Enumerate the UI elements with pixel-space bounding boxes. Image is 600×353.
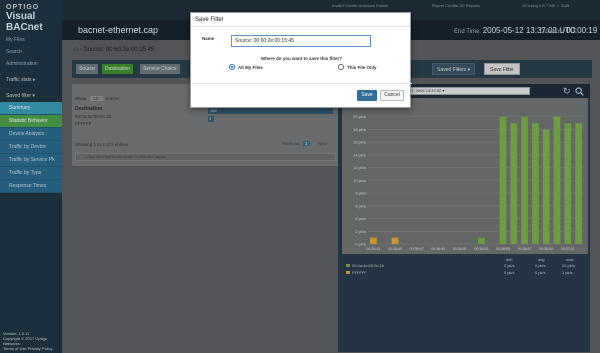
radio-selected-icon[interactable]	[229, 64, 235, 70]
dialog-divider	[191, 83, 412, 84]
radio-label: All My Files	[238, 65, 263, 71]
radio-this-file-only[interactable]: This File Only	[338, 64, 377, 71]
save-button[interactable]: Save	[357, 90, 377, 101]
name-label: Name	[202, 36, 215, 41]
save-filter-dialog: Save Filter Name Where do you want to sa…	[190, 12, 412, 108]
cancel-button[interactable]: Cancel	[380, 90, 404, 101]
filter-name-input[interactable]	[231, 35, 371, 47]
save-location-question: Where do you want to save this filter?	[260, 56, 342, 61]
radio-unselected-icon[interactable]	[338, 64, 344, 70]
radio-label: This File Only	[347, 65, 377, 71]
radio-all-my-files[interactable]: All My Files	[229, 64, 263, 71]
dialog-title: Save Filter	[191, 13, 410, 27]
